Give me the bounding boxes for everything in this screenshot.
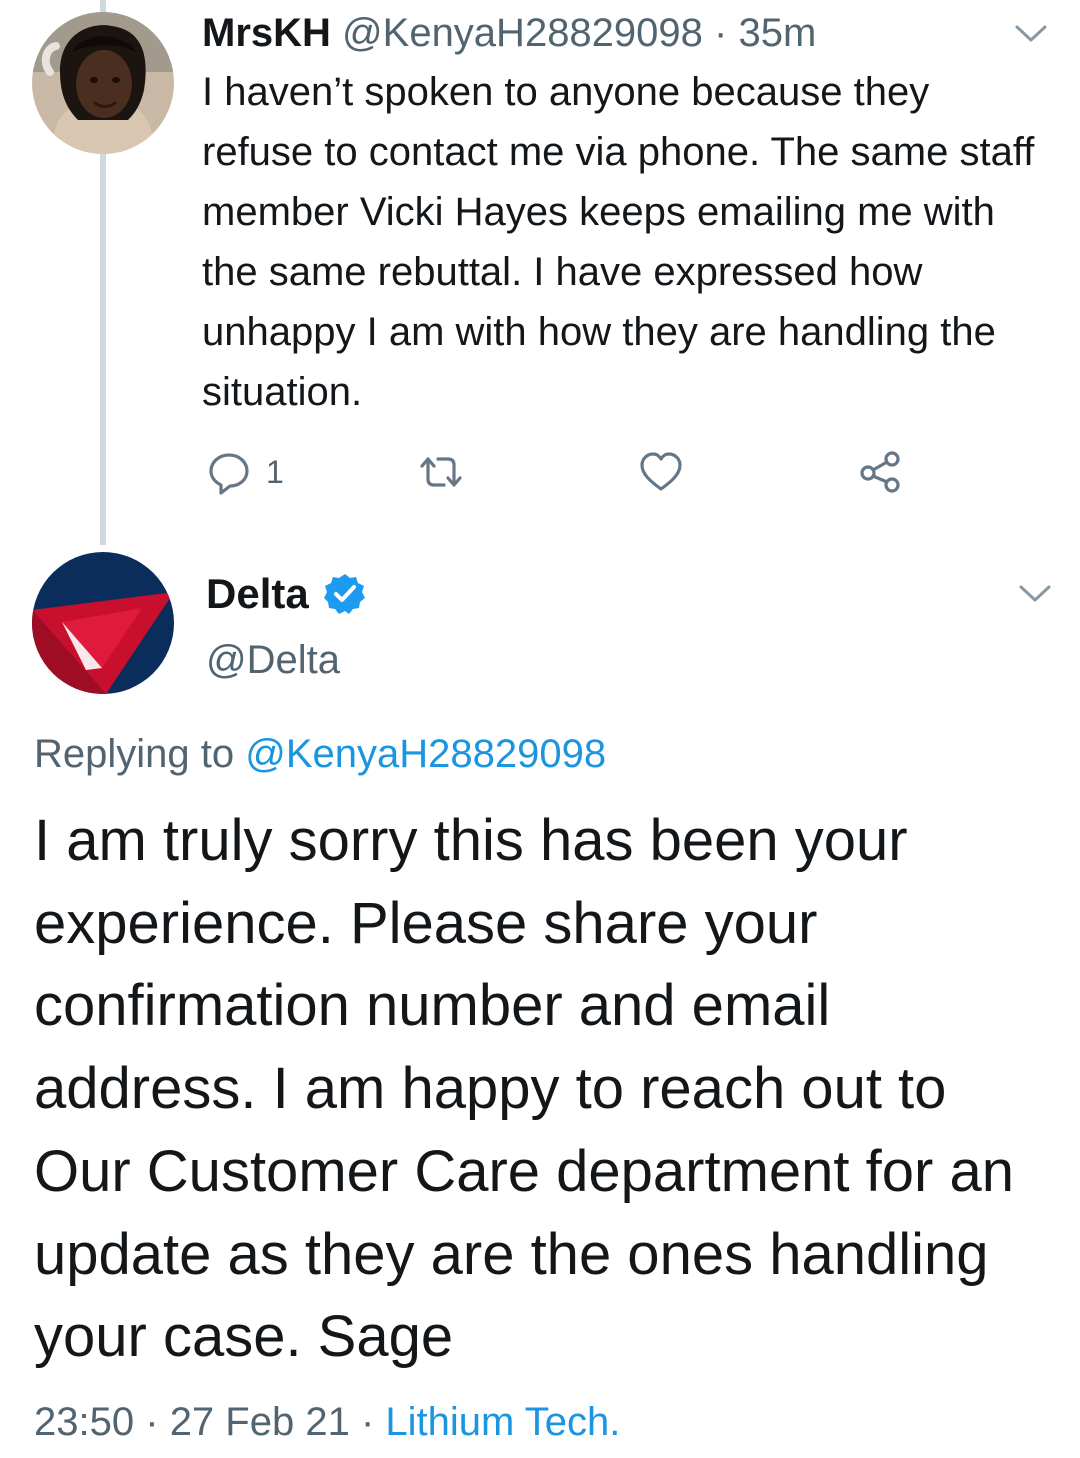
separator-dot: · <box>714 11 728 55</box>
chevron-down-icon[interactable] <box>1014 24 1048 44</box>
author-handle[interactable]: @KenyaH28829098 <box>342 11 703 55</box>
tweet-time: 23:50 <box>34 1400 135 1444</box>
avatar-mrskh[interactable] <box>32 12 174 154</box>
author-name[interactable]: Delta <box>206 570 309 618</box>
replying-to-mention[interactable]: @KenyaH28829098 <box>245 732 606 776</box>
avatar-photo <box>32 12 174 154</box>
share-icon <box>860 451 900 493</box>
delta-name-row: Delta <box>206 568 367 620</box>
replying-prefix: Replying to <box>34 732 235 776</box>
tweet-timestamp[interactable]: 35m <box>739 11 817 55</box>
tweet-meta: 23:50 · 27 Feb 21 · Lithium Tech. <box>34 1396 620 1448</box>
reply-icon <box>209 453 249 495</box>
replying-to-line: Replying to @KenyaH28829098 <box>34 728 606 780</box>
tweet-actions-bar: 1 <box>0 444 1080 500</box>
separator-dot: · <box>360 1400 375 1444</box>
retweet-icon <box>420 457 462 487</box>
reply-tweet-header: MrsKH @KenyaH28829098 · 35m <box>202 8 816 58</box>
separator-dot: · <box>145 1400 159 1444</box>
author-handle[interactable]: @Delta <box>206 634 340 686</box>
verified-badge-icon <box>323 574 365 614</box>
reply-button[interactable]: 1 <box>206 444 284 500</box>
reply-tweet-text: I haven’t spoken to anyone because they … <box>202 70 1035 414</box>
chevron-down-icon[interactable] <box>1018 584 1052 604</box>
like-button[interactable] <box>638 444 684 500</box>
avatar-delta[interactable] <box>32 552 174 694</box>
tweet-date: 27 Feb 21 <box>169 1400 350 1444</box>
delta-logo-icon <box>32 552 174 694</box>
like-icon <box>640 452 682 491</box>
main-tweet-text: I am truly sorry this has been your expe… <box>34 808 1014 1370</box>
tweet-source-link[interactable]: Lithium Tech. <box>385 1400 620 1444</box>
reply-count: 1 <box>266 453 284 490</box>
retweet-button[interactable] <box>418 444 464 500</box>
author-name[interactable]: MrsKH <box>202 11 331 55</box>
share-button[interactable] <box>858 444 904 500</box>
